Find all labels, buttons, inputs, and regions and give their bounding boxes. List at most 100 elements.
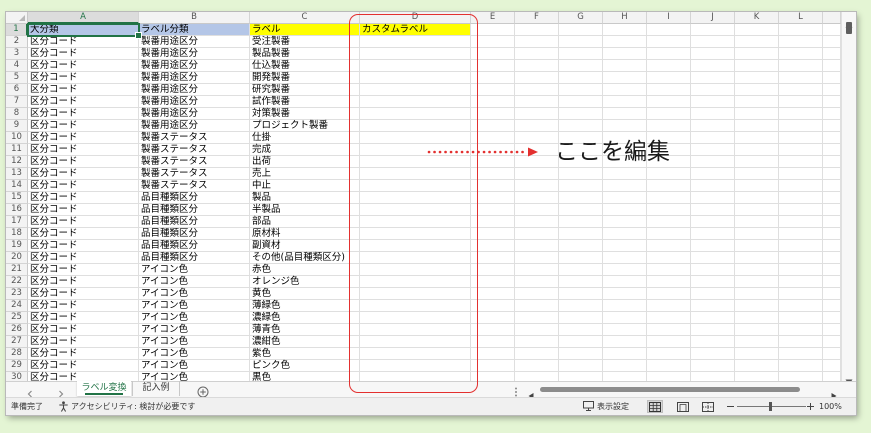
cell-B28[interactable]: アイコン色 [139,348,250,360]
row-header-30[interactable]: 30 [6,372,28,381]
add-sheet-plus-circle-icon[interactable] [197,383,209,398]
cell-A30[interactable]: 区分コード [28,372,139,381]
cell-J1[interactable] [691,24,735,36]
cell-K12[interactable] [735,156,779,168]
cell-F25[interactable] [515,312,559,324]
cell-partial-9[interactable] [823,120,841,132]
cell-C7[interactable]: 試作製番 [250,96,360,108]
cell-B3[interactable]: 製番用途区分 [139,48,250,60]
row-header-25[interactable]: 25 [6,312,28,324]
cell-A7[interactable]: 区分コード [28,96,139,108]
column-header-A[interactable]: A [28,12,139,24]
cell-B8[interactable]: 製番用途区分 [139,108,250,120]
cell-A3[interactable]: 区分コード [28,48,139,60]
cell-L24[interactable] [779,300,823,312]
cell-L9[interactable] [779,120,823,132]
cell-partial-5[interactable] [823,72,841,84]
cell-partial-4[interactable] [823,60,841,72]
cell-D21[interactable] [360,264,471,276]
column-header-C[interactable]: C [250,12,360,24]
cell-H7[interactable] [603,96,647,108]
cell-K9[interactable] [735,120,779,132]
cell-L18[interactable] [779,228,823,240]
scroll-up-arrow-icon[interactable] [844,14,854,28]
cell-J21[interactable] [691,264,735,276]
cell-J16[interactable] [691,204,735,216]
cell-B14[interactable]: 製番ステータス [139,180,250,192]
cell-E8[interactable] [471,108,515,120]
cell-C11[interactable]: 完成 [250,144,360,156]
cell-I8[interactable] [647,108,691,120]
cell-K11[interactable] [735,144,779,156]
cell-B13[interactable]: 製番ステータス [139,168,250,180]
cell-L2[interactable] [779,36,823,48]
cell-I9[interactable] [647,120,691,132]
cell-J8[interactable] [691,108,735,120]
cell-F22[interactable] [515,276,559,288]
cell-A19[interactable]: 区分コード [28,240,139,252]
cell-L1[interactable] [779,24,823,36]
cell-C19[interactable]: 副資材 [250,240,360,252]
column-header-K[interactable]: K [735,12,779,24]
scroll-left-triangle-icon[interactable] [527,385,535,399]
cell-C12[interactable]: 出荷 [250,156,360,168]
cell-G8[interactable] [559,108,603,120]
cell-partial-1[interactable] [823,24,841,36]
cell-F10[interactable] [515,132,559,144]
cell-K21[interactable] [735,264,779,276]
cell-H13[interactable] [603,168,647,180]
row-header-13[interactable]: 13 [6,168,28,180]
row-header-8[interactable]: 8 [6,108,28,120]
cell-partial-27[interactable] [823,336,841,348]
cell-E18[interactable] [471,228,515,240]
cell-D15[interactable] [360,192,471,204]
cell-F7[interactable] [515,96,559,108]
cell-J20[interactable] [691,252,735,264]
zoom-percentage[interactable]: 100% [819,398,842,415]
cell-C18[interactable]: 原材料 [250,228,360,240]
cell-K28[interactable] [735,348,779,360]
cell-E15[interactable] [471,192,515,204]
cell-G28[interactable] [559,348,603,360]
cell-G29[interactable] [559,360,603,372]
cell-A11[interactable]: 区分コード [28,144,139,156]
cell-D16[interactable] [360,204,471,216]
cell-L30[interactable] [779,372,823,381]
cell-J9[interactable] [691,120,735,132]
cell-F2[interactable] [515,36,559,48]
cell-C16[interactable]: 半製品 [250,204,360,216]
cell-I6[interactable] [647,84,691,96]
cell-C3[interactable]: 製品製番 [250,48,360,60]
cell-C9[interactable]: プロジェクト製番 [250,120,360,132]
cell-L26[interactable] [779,324,823,336]
cell-E3[interactable] [471,48,515,60]
cell-L16[interactable] [779,204,823,216]
cell-B21[interactable]: アイコン色 [139,264,250,276]
cell-partial-15[interactable] [823,192,841,204]
cell-A24[interactable]: 区分コード [28,300,139,312]
cell-F23[interactable] [515,288,559,300]
column-header-H[interactable]: H [603,12,647,24]
cell-partial-14[interactable] [823,180,841,192]
previous-sheet-chevron-left-icon[interactable] [25,384,35,398]
cell-K14[interactable] [735,180,779,192]
cell-C10[interactable]: 仕掛 [250,132,360,144]
cell-G18[interactable] [559,228,603,240]
cell-A13[interactable]: 区分コード [28,168,139,180]
cell-J25[interactable] [691,312,735,324]
row-header-10[interactable]: 10 [6,132,28,144]
cell-J10[interactable] [691,132,735,144]
cell-L5[interactable] [779,72,823,84]
cell-I23[interactable] [647,288,691,300]
cell-partial-12[interactable] [823,156,841,168]
cell-H4[interactable] [603,60,647,72]
cell-L8[interactable] [779,108,823,120]
cell-B17[interactable]: 品目種類区分 [139,216,250,228]
cell-partial-25[interactable] [823,312,841,324]
cell-A21[interactable]: 区分コード [28,264,139,276]
cell-L29[interactable] [779,360,823,372]
cell-A1[interactable]: 大分類 [27,23,142,39]
cell-L14[interactable] [779,180,823,192]
cell-L27[interactable] [779,336,823,348]
cell-G13[interactable] [559,168,603,180]
